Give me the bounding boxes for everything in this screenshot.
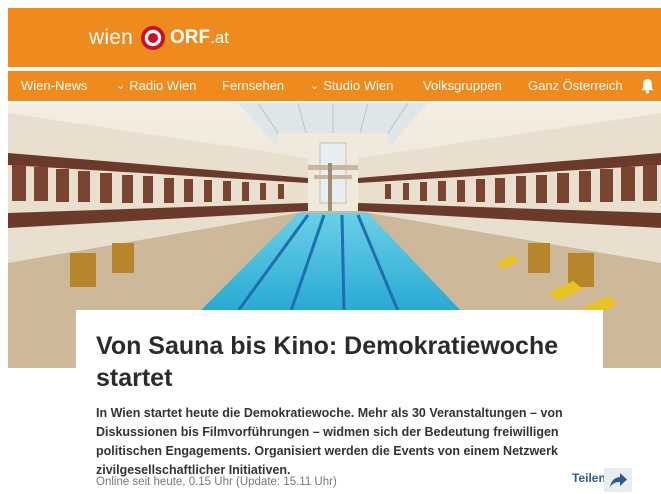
share-arrow-icon: [610, 473, 627, 487]
article-lead: In Wien startet heute die Demokratiewoch…: [96, 406, 563, 477]
nav-item-label: Fernsehen: [222, 78, 285, 93]
logo-wien-text: wien: [89, 26, 133, 49]
logo-orf-text: ORF: [170, 27, 211, 48]
article-title[interactable]: Von Sauna bis Kino: Demokratiewoche star…: [96, 330, 566, 394]
nav-item-label: Radio Wien: [129, 78, 197, 93]
bell-icon[interactable]: [640, 78, 655, 94]
nav-item-volksgruppen[interactable]: Volksgruppen: [423, 71, 502, 101]
site-logo[interactable]: wien ORF .at: [89, 23, 229, 53]
nav-item-label: Wien-News: [21, 78, 88, 93]
share-button[interactable]: [604, 468, 632, 492]
nav-item-fernsehen[interactable]: Fernsehen: [222, 71, 284, 101]
logo-at-text: .at: [210, 28, 230, 47]
chevron-down-icon: ⌄: [116, 80, 126, 92]
nav-item-label: Ganz Österreich: [528, 78, 623, 93]
main-nav: Wien-News ⌄ Radio Wien Fernsehen ⌄ Studio …: [8, 71, 661, 101]
share-label[interactable]: Teilen: [572, 471, 606, 485]
article-card: Von Sauna bis Kino: Demokratiewoche star…: [76, 310, 603, 494]
nav-item-wien-news[interactable]: Wien-News: [21, 71, 87, 101]
site-header: wien ORF .at: [8, 8, 661, 67]
article-timestamp: Online seit heute, 0.15 Uhr (Update: 15.…: [96, 476, 337, 488]
nav-item-label: Studio Wien: [323, 78, 394, 93]
orf-target-icon: [141, 26, 165, 50]
chevron-down-icon: ⌄: [310, 80, 320, 92]
nav-item-radio-wien[interactable]: ⌄ Radio Wien: [116, 71, 196, 101]
nav-item-studio-wien[interactable]: ⌄ Studio Wien: [310, 71, 393, 101]
nav-item-label: Volksgruppen: [423, 78, 502, 93]
nav-item-ganz-oesterreich[interactable]: Ganz Österreich: [528, 71, 623, 101]
